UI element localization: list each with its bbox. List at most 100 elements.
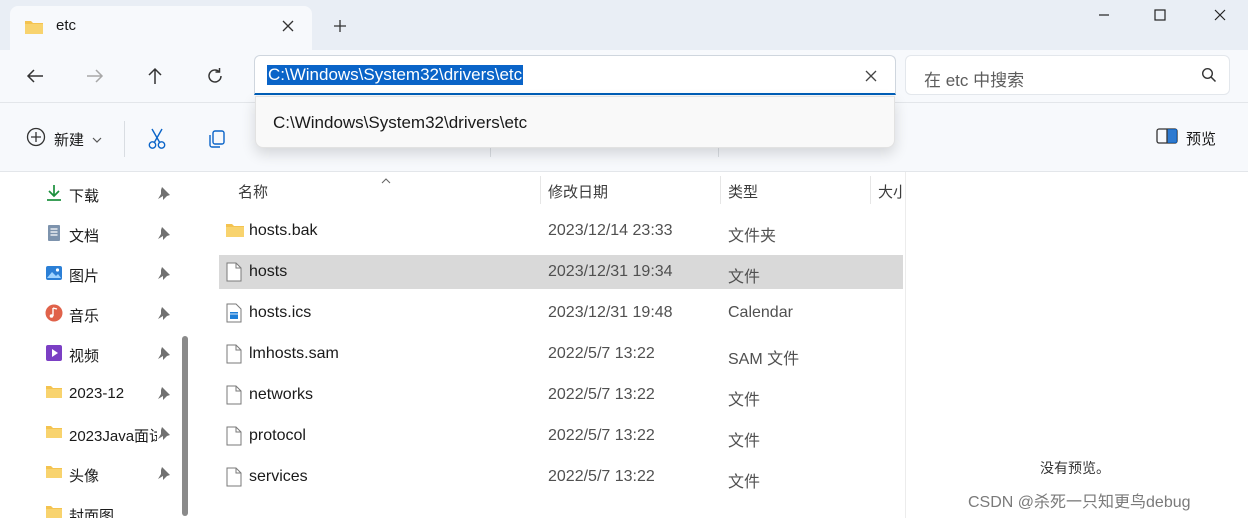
copy-icon[interactable] xyxy=(205,127,229,151)
file-row[interactable]: protocol 2022/5/7 13:22 文件 xyxy=(219,419,903,453)
file-name: hosts.bak xyxy=(249,222,318,239)
new-button[interactable]: 新建 xyxy=(26,127,102,151)
up-arrow-icon[interactable] xyxy=(139,60,171,92)
file-row[interactable]: hosts.ics 2023/12/31 19:48 Calendar xyxy=(219,296,903,330)
sidebar-item-documents[interactable]: 文档 xyxy=(0,213,180,253)
sidebar-item-folder-java[interactable]: 2023Java面试 xyxy=(0,413,180,453)
minimize-icon[interactable] xyxy=(1076,0,1132,30)
file-type: 文件夹 xyxy=(728,228,777,245)
sidebar-item-label: 视频 xyxy=(69,348,100,365)
sidebar-scrollbar[interactable] xyxy=(182,336,188,516)
sidebar-item-folder-2023-12[interactable]: 2023-12 xyxy=(0,373,180,413)
refresh-icon[interactable] xyxy=(199,60,231,92)
navigation-pane: 下载 文档 图片 音乐 视频 2023-12 2023Java面试 头像 封面图 xyxy=(0,172,195,518)
column-header-modified[interactable]: 修改日期 xyxy=(548,172,718,206)
column-divider[interactable] xyxy=(720,176,721,204)
search-placeholder: 在 etc 中搜索 xyxy=(924,71,1025,90)
sidebar-item-label: 图片 xyxy=(69,268,100,285)
column-header-name[interactable]: 名称 xyxy=(238,172,538,206)
sidebar-item-folder-avatar[interactable]: 头像 xyxy=(0,453,180,493)
preview-button-label: 预览 xyxy=(1186,130,1217,148)
tab-title: etc xyxy=(56,17,77,34)
close-tab-icon[interactable] xyxy=(276,14,300,38)
cut-icon[interactable] xyxy=(145,127,169,151)
sidebar-item-label: 下载 xyxy=(69,188,100,205)
sidebar-item-videos[interactable]: 视频 xyxy=(0,333,180,373)
close-window-icon[interactable] xyxy=(1192,0,1248,30)
search-input[interactable]: 在 etc 中搜索 xyxy=(905,55,1230,95)
pin-icon[interactable] xyxy=(157,306,171,320)
pin-icon[interactable] xyxy=(157,426,171,440)
file-name: networks xyxy=(249,386,314,403)
new-button-label: 新建 xyxy=(54,131,85,149)
file-row[interactable]: networks 2022/5/7 13:22 文件 xyxy=(219,378,903,412)
file-type: 文件 xyxy=(728,392,761,409)
file-type: SAM 文件 xyxy=(728,351,800,368)
file-name: lmhosts.sam xyxy=(249,345,339,362)
file-modified: 2023/12/31 19:48 xyxy=(548,304,673,321)
tab-etc[interactable]: etc xyxy=(10,6,312,50)
forward-arrow-icon[interactable] xyxy=(79,60,111,92)
new-tab-icon[interactable] xyxy=(326,12,354,40)
file-type: 文件 xyxy=(728,269,761,286)
watermark: CSDN @杀死一只知更鸟debug xyxy=(968,494,1191,511)
sidebar-item-downloads[interactable]: 下载 xyxy=(0,173,180,213)
file-name: hosts.ics xyxy=(249,304,312,321)
file-type: 文件 xyxy=(728,433,761,450)
pictures-icon xyxy=(45,264,63,282)
folder-icon xyxy=(45,504,63,518)
column-divider[interactable] xyxy=(540,176,541,204)
download-icon xyxy=(45,184,63,202)
preview-button[interactable]: 预览 xyxy=(1156,127,1216,149)
file-type: 文件 xyxy=(728,474,761,491)
address-path-text[interactable]: C:\Windows\System32\drivers\etc xyxy=(267,65,524,85)
back-arrow-icon[interactable] xyxy=(19,60,51,92)
file-icon xyxy=(225,385,243,405)
file-name: hosts xyxy=(249,263,288,280)
file-modified: 2022/5/7 13:22 xyxy=(548,386,655,403)
documents-icon xyxy=(45,224,63,242)
sidebar-item-label: 头像 xyxy=(69,468,100,485)
file-row[interactable]: hosts.bak 2023/12/14 23:33 文件夹 xyxy=(219,214,903,248)
navigation-bar: C:\Windows\System32\drivers\etc 在 etc 中搜… xyxy=(0,50,1248,102)
pin-icon[interactable] xyxy=(157,466,171,480)
pin-icon[interactable] xyxy=(157,266,171,280)
file-row-selected[interactable]: hosts 2023/12/31 19:34 文件 xyxy=(219,255,903,289)
sidebar-item-music[interactable]: 音乐 xyxy=(0,293,180,333)
sidebar-item-label: 2023Java面试 xyxy=(69,428,157,445)
file-name: services xyxy=(249,468,308,485)
file-row[interactable]: services 2022/5/7 13:22 文件 xyxy=(219,460,903,494)
address-suggestion-dropdown: C:\Windows\System32\drivers\etc xyxy=(255,96,895,148)
folder-icon xyxy=(45,384,63,402)
column-header-type[interactable]: 类型 xyxy=(728,172,868,206)
folder-icon xyxy=(45,424,63,442)
pin-icon[interactable] xyxy=(157,186,171,200)
file-type: Calendar xyxy=(728,304,793,321)
pin-icon[interactable] xyxy=(157,346,171,360)
address-bar[interactable]: C:\Windows\System32\drivers\etc xyxy=(254,55,896,95)
sidebar-item-label: 文档 xyxy=(69,228,100,245)
file-icon xyxy=(225,467,243,487)
search-icon[interactable] xyxy=(1201,67,1217,87)
title-bar: etc xyxy=(0,0,1248,50)
maximize-icon[interactable] xyxy=(1132,0,1188,30)
address-suggestion-item[interactable]: C:\Windows\System32\drivers\etc xyxy=(273,113,527,133)
clear-address-icon[interactable] xyxy=(861,66,881,86)
file-icon xyxy=(225,262,243,282)
divider xyxy=(124,121,125,157)
folder-icon xyxy=(24,18,44,40)
pin-icon[interactable] xyxy=(157,386,171,400)
calendar-file-icon xyxy=(225,303,243,323)
folder-icon xyxy=(225,221,244,241)
sidebar-item-pictures[interactable]: 图片 xyxy=(0,253,180,293)
preview-pane-icon xyxy=(1156,127,1178,149)
column-divider[interactable] xyxy=(870,176,871,204)
column-header-size[interactable]: 大小 xyxy=(878,172,903,206)
file-row[interactable]: lmhosts.sam 2022/5/7 13:22 SAM 文件 xyxy=(219,337,903,371)
file-list: 名称 修改日期 类型 大小 hosts.bak 2023/12/14 23:33… xyxy=(195,172,905,518)
preview-pane: 没有预览。 xyxy=(905,172,1248,518)
music-icon xyxy=(45,304,63,322)
sidebar-item-folder-cover[interactable]: 封面图 xyxy=(0,493,180,518)
sidebar-item-label: 2023-12 xyxy=(69,385,125,402)
pin-icon[interactable] xyxy=(157,226,171,240)
